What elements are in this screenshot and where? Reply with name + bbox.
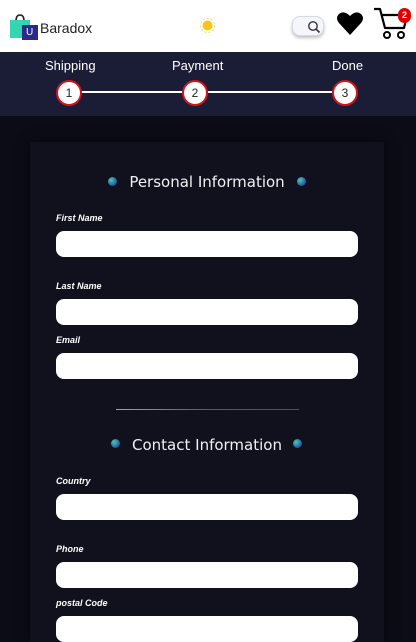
phone-input[interactable] xyxy=(56,562,358,588)
step-label-shipping: Shipping xyxy=(45,58,96,73)
checkout-stepper: Shipping Payment Done 1 2 3 xyxy=(0,52,416,116)
email-label: Email xyxy=(56,335,81,345)
personal-information-title: Personal Information xyxy=(129,173,285,191)
step-circle-3[interactable]: 3 xyxy=(332,80,358,106)
search-button[interactable] xyxy=(292,16,324,36)
step-circle-1[interactable]: 1 xyxy=(56,80,82,106)
step-connector xyxy=(208,91,332,93)
country-input[interactable] xyxy=(56,494,358,520)
country-label: Country xyxy=(56,476,91,486)
logo-letter: U xyxy=(26,27,34,38)
search-icon xyxy=(308,21,321,34)
shopping-bag-logo-icon[interactable] xyxy=(9,12,39,40)
postal-code-input[interactable] xyxy=(56,616,358,642)
last-name-input[interactable] xyxy=(56,299,358,325)
step-circle-2[interactable]: 2 xyxy=(182,80,208,106)
last-name-label: Last Name xyxy=(56,281,102,291)
postal-code-label: postal Code xyxy=(56,598,108,608)
phone-label: Phone xyxy=(56,544,84,554)
contact-information-title: Contact Information xyxy=(132,436,282,454)
decorative-dot-icon xyxy=(297,177,306,186)
first-name-input[interactable] xyxy=(56,231,358,257)
checkout-form-card: Personal Information First Name Last Nam… xyxy=(30,142,384,642)
step-connector xyxy=(80,91,182,93)
first-name-label: First Name xyxy=(56,213,103,223)
sun-icon[interactable] xyxy=(199,17,216,34)
section-divider xyxy=(116,409,299,410)
email-input[interactable] xyxy=(56,353,358,379)
decorative-dot-icon xyxy=(293,439,302,448)
step-label-payment: Payment xyxy=(172,58,224,73)
heart-icon[interactable] xyxy=(336,10,364,36)
cart-count-badge: 2 xyxy=(398,8,411,23)
top-navbar: U Baradox 2 xyxy=(0,0,416,52)
brand-name[interactable]: Baradox xyxy=(40,20,92,36)
step-label-done: Done xyxy=(332,58,364,73)
